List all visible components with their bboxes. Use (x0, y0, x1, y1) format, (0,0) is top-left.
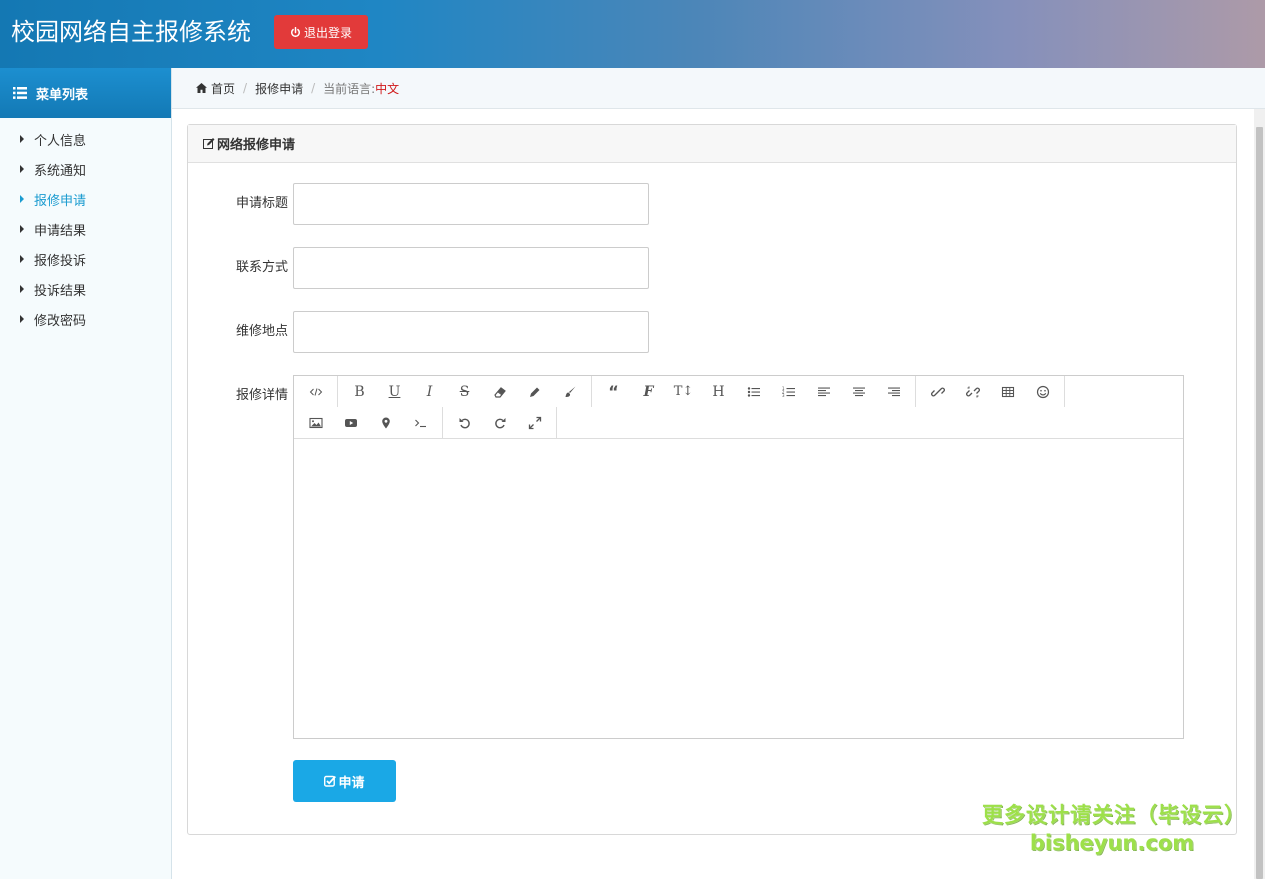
sidebar-item-notices[interactable]: 系统通知 (0, 154, 171, 184)
watermark: 更多设计请关注（毕设云） bisheyun.com (982, 800, 1246, 856)
scrollbar-thumb[interactable] (1256, 127, 1263, 879)
vertical-scrollbar[interactable] (1254, 109, 1265, 879)
heading-icon[interactable]: H (701, 376, 736, 407)
toolbar-row-2 (294, 407, 557, 438)
pencil-icon[interactable] (517, 376, 552, 407)
language-label: 当前语言: (323, 81, 376, 96)
quote-icon[interactable]: “ (596, 376, 631, 407)
details-field-label: 报修详情 (235, 388, 288, 403)
align-left-icon[interactable] (806, 376, 841, 407)
sidebar-title: 菜单列表 (36, 87, 89, 103)
location-input[interactable] (293, 311, 649, 353)
video-icon[interactable] (333, 407, 368, 438)
brush-icon[interactable] (552, 376, 587, 407)
svg-text:3: 3 (782, 393, 785, 398)
sidebar-item-label: 报修投诉 (34, 253, 87, 269)
list-icon (13, 87, 27, 99)
breadcrumb-separator: / (311, 81, 316, 95)
sidebar-item-label: 报修申请 (34, 193, 87, 209)
top-header: 校园网络自主报修系统 退出登录 (0, 0, 1265, 68)
panel-title: 网络报修申请 (217, 138, 296, 153)
ordered-list-icon[interactable]: 123 (771, 376, 806, 407)
undo-icon[interactable] (447, 407, 482, 438)
link-icon[interactable] (920, 376, 955, 407)
toolbar-group (294, 407, 443, 438)
caret-right-icon (20, 195, 24, 203)
toolbar-row-1: B U I S “ F T↕ H 123 (294, 376, 1065, 407)
table-icon[interactable] (990, 376, 1025, 407)
logout-button[interactable]: 退出登录 (274, 15, 368, 49)
caret-right-icon (20, 225, 24, 233)
bold-icon[interactable]: B (342, 376, 377, 407)
check-square-icon (324, 775, 337, 787)
submit-button[interactable]: 申请 (293, 760, 396, 802)
code-view-icon[interactable] (298, 376, 333, 407)
caret-right-icon (20, 315, 24, 323)
sidebar: 菜单列表 个人信息 系统通知 报修申请 申请结果 报修投诉 投诉结果 修改密码 (0, 68, 172, 879)
panel-header: 网络报修申请 (188, 125, 1236, 163)
toolbar-group: “ F T↕ H 123 (592, 376, 916, 407)
align-right-icon[interactable] (876, 376, 911, 407)
sidebar-header: 菜单列表 (0, 68, 171, 118)
rich-text-editor: B U I S “ F T↕ H 123 (293, 375, 1184, 739)
terminal-icon[interactable] (403, 407, 438, 438)
breadcrumb-current[interactable]: 报修申请 (255, 80, 303, 97)
toolbar-group (294, 376, 338, 407)
redo-icon[interactable] (482, 407, 517, 438)
editor-content-area[interactable] (294, 439, 1183, 738)
toolbar-group (443, 407, 557, 438)
sidebar-item-label: 个人信息 (34, 133, 87, 149)
caret-right-icon (20, 165, 24, 173)
italic-icon[interactable]: I (412, 376, 447, 407)
sidebar-menu: 个人信息 系统通知 报修申请 申请结果 报修投诉 投诉结果 修改密码 (0, 118, 171, 334)
toolbar-group (916, 376, 1065, 407)
power-icon (290, 26, 301, 37)
repair-request-panel: 网络报修申请 申请标题 联系方式 维修地点 报修详情 B U I S “ F T… (187, 124, 1237, 835)
fullscreen-icon[interactable] (517, 407, 552, 438)
contact-field-label: 联系方式 (235, 260, 288, 275)
sidebar-item-label: 修改密码 (34, 313, 87, 329)
caret-right-icon (20, 255, 24, 263)
emoji-icon[interactable] (1025, 376, 1060, 407)
watermark-line2: bisheyun.com (1029, 831, 1195, 855)
sidebar-item-request-results[interactable]: 申请结果 (0, 214, 171, 244)
sidebar-item-complaint[interactable]: 报修投诉 (0, 244, 171, 274)
caret-right-icon (20, 135, 24, 143)
breadcrumb: 首页 / 报修申请 / 当前语言: 中文 (172, 68, 1265, 109)
unordered-list-icon[interactable] (736, 376, 771, 407)
language-value: 中文 (375, 81, 400, 96)
location-field-label: 维修地点 (235, 324, 288, 339)
sidebar-item-label: 系统通知 (34, 163, 87, 179)
sidebar-item-complaint-results[interactable]: 投诉结果 (0, 274, 171, 304)
sidebar-item-profile[interactable]: 个人信息 (0, 124, 171, 154)
caret-right-icon (20, 285, 24, 293)
logout-label: 退出登录 (303, 25, 352, 40)
watermark-line1: 更多设计请关注（毕设云） (982, 803, 1246, 827)
breadcrumb-home[interactable]: 首页 (211, 80, 235, 97)
location-icon[interactable] (368, 407, 403, 438)
align-center-icon[interactable] (841, 376, 876, 407)
underline-icon[interactable]: U (377, 376, 412, 407)
breadcrumb-separator: / (243, 81, 248, 95)
unlink-icon[interactable] (955, 376, 990, 407)
text-height-icon[interactable]: T↕ (666, 376, 701, 407)
image-icon[interactable] (298, 407, 333, 438)
sidebar-item-label: 申请结果 (34, 223, 87, 239)
sidebar-item-change-password[interactable]: 修改密码 (0, 304, 171, 334)
contact-input[interactable] (293, 247, 649, 289)
edit-icon (203, 138, 215, 149)
home-icon (196, 83, 207, 93)
sidebar-item-label: 投诉结果 (34, 283, 87, 299)
title-input[interactable] (293, 183, 649, 225)
strikethrough-icon[interactable]: S (447, 376, 482, 407)
eraser-icon[interactable] (482, 376, 517, 407)
sidebar-item-repair-request[interactable]: 报修申请 (0, 184, 171, 214)
font-icon[interactable]: F (631, 376, 666, 407)
submit-label: 申请 (338, 775, 365, 791)
toolbar-group: B U I S (338, 376, 592, 407)
editor-toolbar: B U I S “ F T↕ H 123 (294, 376, 1183, 439)
app-title: 校园网络自主报修系统 (11, 18, 251, 46)
title-field-label: 申请标题 (235, 196, 288, 211)
